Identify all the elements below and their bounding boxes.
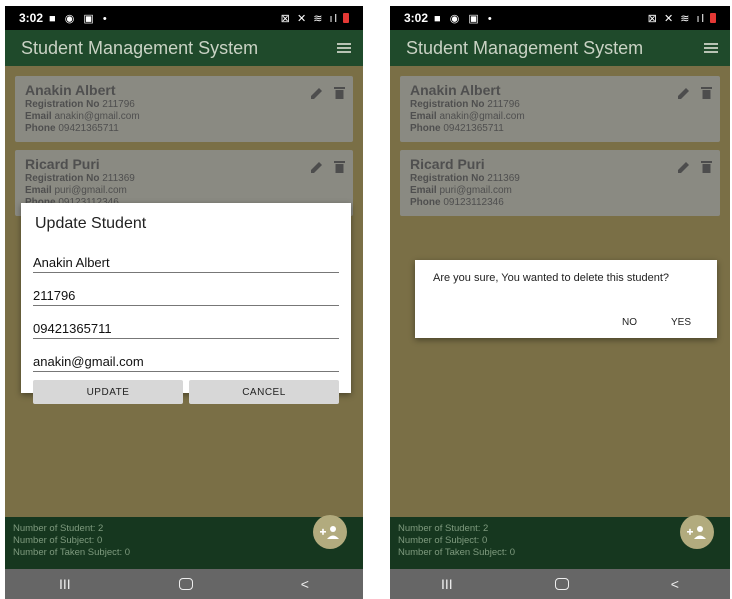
menu-icon[interactable] (704, 43, 718, 53)
app-bar: Student Management System (5, 30, 363, 66)
phone-label: Phone (410, 197, 441, 208)
person-add-icon (320, 526, 339, 539)
recents-button[interactable]: III (441, 576, 453, 592)
delete-icon[interactable] (334, 86, 345, 99)
reg-value: 211369 (102, 173, 135, 184)
phone-value: 09421365711 (58, 123, 119, 134)
email-value: anakin@gmail.com (439, 111, 525, 122)
edit-icon[interactable] (677, 160, 691, 174)
phone-screen-update: 3:02 ■ ◉ ▣ • ⊠ ✕ ≋ ıl Student Management… (5, 6, 363, 599)
yes-button[interactable]: YES (671, 317, 691, 328)
home-button[interactable] (178, 578, 193, 590)
status-bar: 3:02 ■ ◉ ▣ • ⊠ ✕ ≋ ıl (5, 6, 363, 30)
phone-screen-delete: 3:02 ■ ◉ ▣ • ⊠ ✕ ≋ ıl Student Management… (390, 6, 730, 599)
delete-icon[interactable] (334, 160, 345, 173)
phone-value: 09123112346 (443, 197, 504, 208)
stats-panel: Number of Student: 2 Number of Subject: … (390, 515, 730, 569)
taken-subject-count: Number of Taken Subject: 0 (398, 547, 516, 558)
phone-label: Phone (410, 123, 441, 134)
back-button[interactable]: < (301, 576, 309, 592)
status-time: 3:02 (404, 11, 429, 25)
email-label: Email (410, 111, 437, 122)
delete-icon[interactable] (701, 160, 712, 173)
reg-label: Registration No (25, 99, 100, 110)
name-field[interactable]: Anakin Albert (33, 245, 339, 273)
stats-panel: Number of Student: 2 Number of Subject: … (5, 515, 363, 569)
edit-icon[interactable] (310, 160, 324, 174)
dialog-title: Update Student (35, 215, 147, 232)
app-title: Student Management System (21, 37, 259, 58)
email-label: Email (25, 185, 52, 196)
email-value: puri@gmail.com (439, 185, 512, 196)
person-add-icon (687, 526, 706, 539)
battery-icon (343, 13, 349, 23)
menu-icon[interactable] (337, 43, 351, 53)
email-value: puri@gmail.com (54, 185, 127, 196)
reg-value: 211796 (102, 99, 135, 110)
student-card[interactable]: Ricard Puri Registration No 211369 Email… (400, 150, 720, 216)
system-nav-bar: III < (390, 569, 730, 599)
recents-button[interactable]: III (59, 576, 71, 592)
app-bar: Student Management System (390, 30, 730, 66)
reg-value: 211369 (487, 173, 520, 184)
cancel-button[interactable]: CANCEL (189, 380, 339, 404)
student-count: Number of Student: 2 (398, 523, 489, 534)
add-student-button[interactable] (680, 515, 714, 549)
delete-confirm-dialog: Are you sure, You wanted to delete this … (415, 260, 717, 338)
battery-icon (710, 13, 716, 23)
reg-value: 211796 (487, 99, 520, 110)
phone-label: Phone (25, 123, 56, 134)
delete-icon[interactable] (701, 86, 712, 99)
notification-icons: ■ ◉ ▣ • (49, 12, 110, 25)
system-icons: ⊠ ✕ ≋ ıl (648, 12, 716, 25)
student-card[interactable]: Anakin Albert Registration No 211796 Ema… (400, 76, 720, 142)
notification-icons: ■ ◉ ▣ • (434, 12, 495, 25)
taken-subject-count: Number of Taken Subject: 0 (13, 547, 131, 558)
phone-field[interactable]: 09421365711 (33, 311, 339, 339)
email-field[interactable]: anakin@gmail.com (33, 344, 339, 372)
email-label: Email (410, 185, 437, 196)
system-nav-bar: III < (5, 569, 363, 599)
email-label: Email (25, 111, 52, 122)
phone-value: 09421365711 (443, 123, 504, 134)
subject-count: Number of Subject: 0 (398, 535, 488, 546)
student-name: Anakin Albert (410, 82, 501, 98)
reg-label: Registration No (410, 173, 485, 184)
status-bar: 3:02 ■ ◉ ▣ • ⊠ ✕ ≋ ıl (390, 6, 730, 30)
back-button[interactable]: < (671, 576, 679, 592)
system-icons: ⊠ ✕ ≋ ıl (281, 12, 349, 25)
student-name: Ricard Puri (410, 156, 485, 172)
student-card[interactable]: Anakin Albert Registration No 211796 Ema… (15, 76, 353, 142)
reg-label: Registration No (25, 173, 100, 184)
status-time: 3:02 (19, 11, 44, 25)
email-value: anakin@gmail.com (54, 111, 140, 122)
edit-icon[interactable] (677, 86, 691, 100)
registration-field[interactable]: 211796 (33, 278, 339, 306)
home-button[interactable] (554, 578, 569, 590)
reg-label: Registration No (410, 99, 485, 110)
student-name: Ricard Puri (25, 156, 100, 172)
no-button[interactable]: NO (622, 317, 637, 328)
confirm-message: Are you sure, You wanted to delete this … (433, 272, 670, 284)
edit-icon[interactable] (310, 86, 324, 100)
subject-count: Number of Subject: 0 (13, 535, 103, 546)
student-count: Number of Student: 2 (13, 523, 104, 534)
student-name: Anakin Albert (25, 82, 116, 98)
add-student-button[interactable] (313, 515, 347, 549)
update-student-dialog: Update Student Anakin Albert 211796 0942… (21, 203, 351, 404)
update-button[interactable]: UPDATE (33, 380, 183, 404)
app-title: Student Management System (406, 37, 644, 58)
